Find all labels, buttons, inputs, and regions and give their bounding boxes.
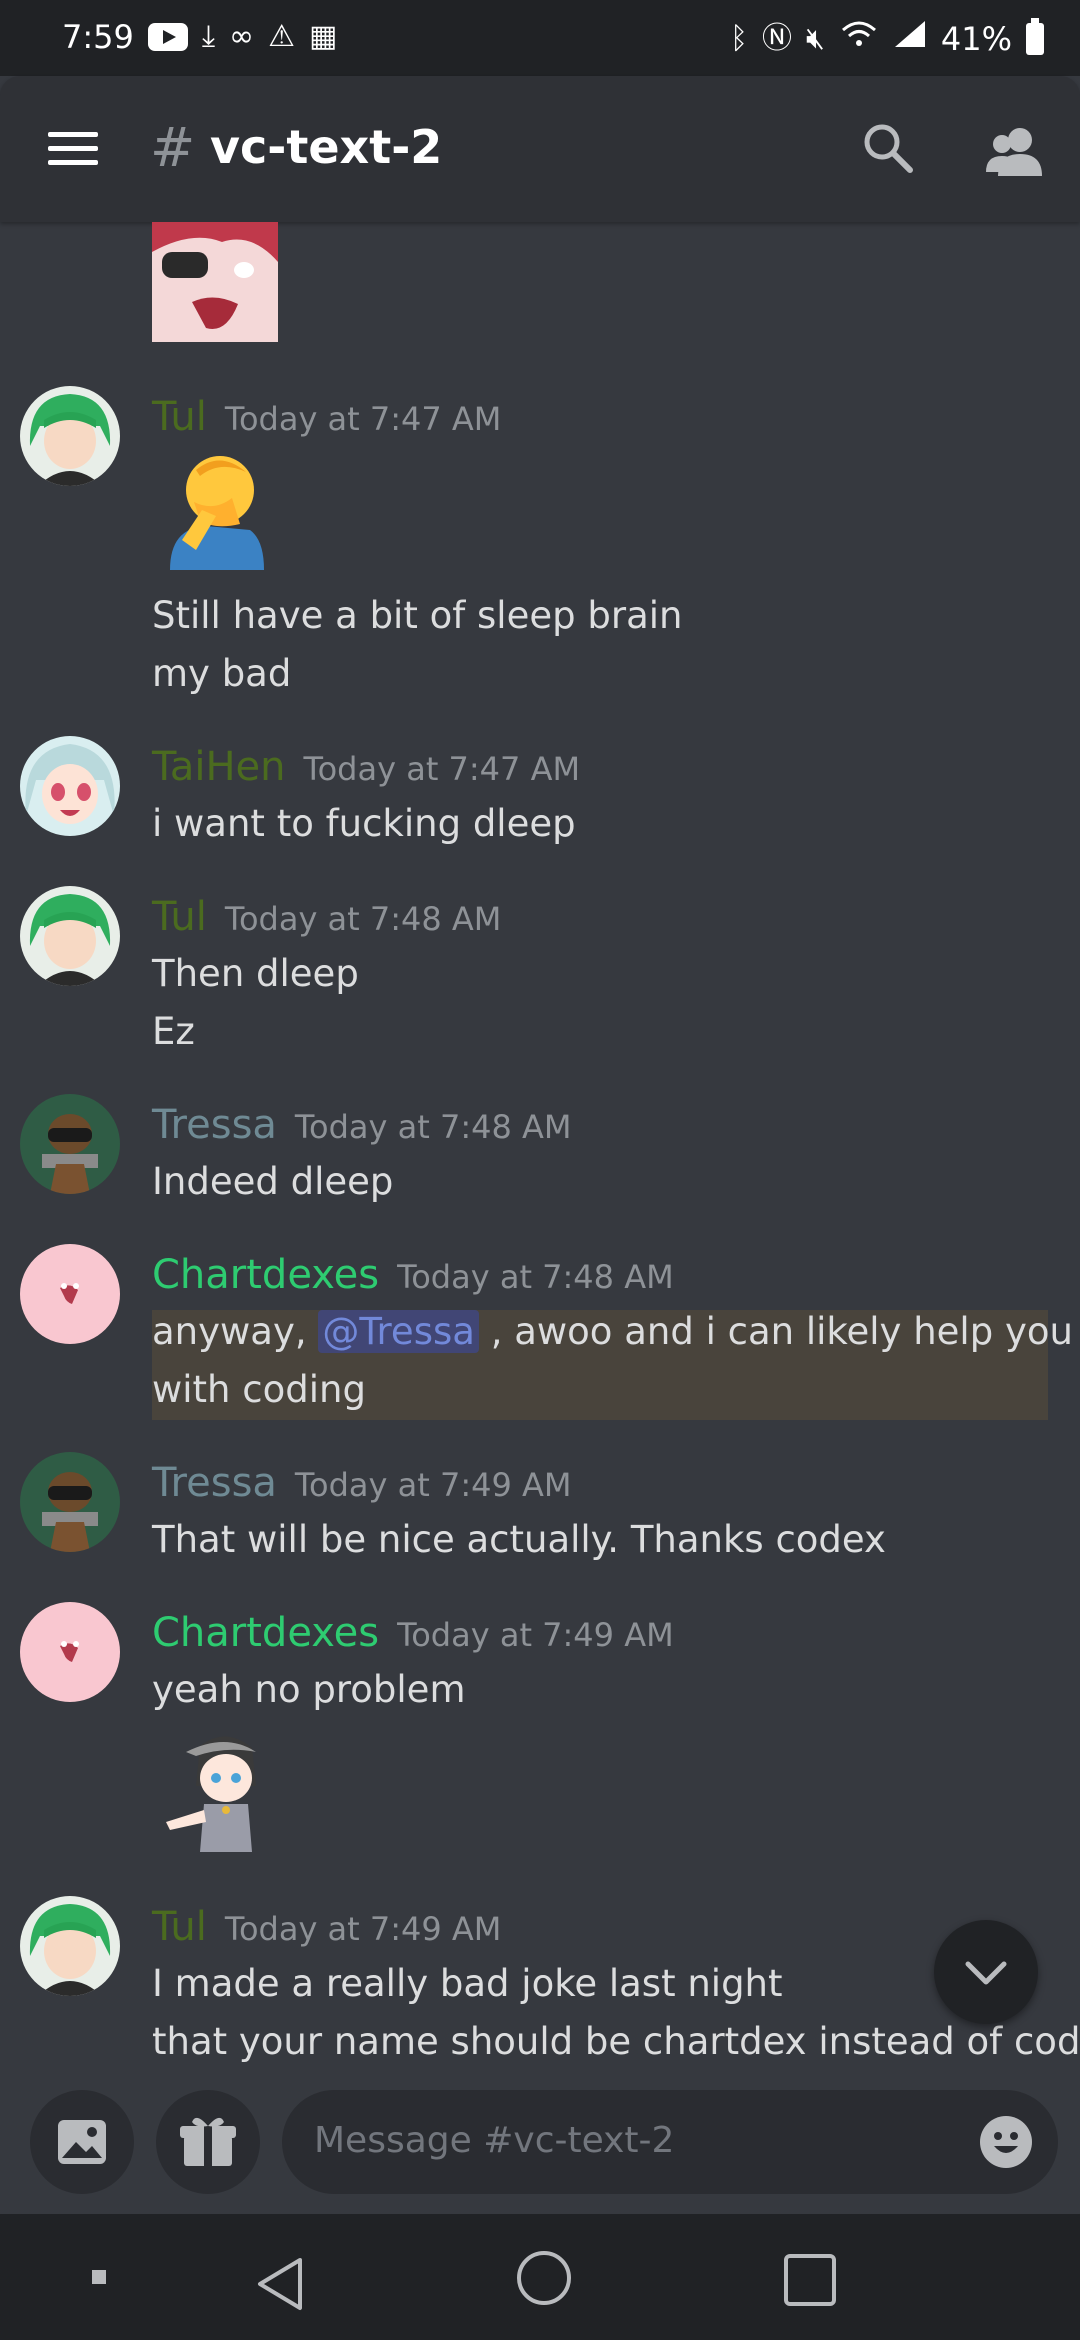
avatar[interactable]: [20, 1452, 120, 1552]
message-text: that your name should be chartdex instea…: [152, 2020, 1080, 2063]
channel-name[interactable]: vc-text-2: [210, 120, 442, 174]
avatar[interactable]: [20, 1602, 120, 1702]
sticker-image: [152, 222, 278, 342]
user-mention[interactable]: @Tressa: [318, 1310, 479, 1353]
message-text: Indeed dleep: [152, 1160, 394, 1203]
avatar[interactable]: [20, 386, 120, 486]
gift-icon: [180, 2117, 236, 2166]
sticker-image: [156, 1726, 286, 1856]
gift-button[interactable]: [156, 2090, 260, 2194]
recents-icon: [784, 2254, 836, 2306]
members-icon[interactable]: [984, 122, 1048, 178]
download-icon: ⤓: [201, 19, 216, 54]
username[interactable]: Tul Today at 7:48 AM: [152, 894, 501, 940]
message-input-placeholder: Message #vc-text-2: [314, 2120, 675, 2161]
timestamp: Today at 7:48 AM: [224, 900, 502, 938]
message-input[interactable]: Message #vc-text-2: [282, 2090, 1058, 2194]
timestamp: Today at 7:47 AM: [303, 750, 581, 788]
message-text: Still have a bit of sleep brain: [152, 594, 683, 637]
username[interactable]: Tul Today at 7:49 AM: [152, 1904, 501, 1950]
username[interactable]: Tul Today at 7:47 AM: [152, 394, 501, 440]
calendar-icon: ▦: [309, 19, 338, 54]
battery-percent: 41%: [940, 19, 1012, 58]
avatar[interactable]: [20, 1094, 120, 1194]
status-time: 7:59: [62, 18, 134, 56]
image-icon: [58, 2120, 106, 2164]
warning-icon: ⚠: [268, 19, 296, 54]
emoji-icon[interactable]: [980, 2116, 1032, 2168]
message-text: with coding: [152, 1368, 366, 1411]
mute-icon: 🔇︎: [805, 20, 825, 56]
username[interactable]: Tressa Today at 7:48 AM: [152, 1102, 572, 1148]
back-button[interactable]: [252, 2254, 312, 2314]
nfc-icon: Ⓝ: [761, 20, 792, 56]
avatar[interactable]: [20, 736, 120, 836]
message-text: That will be nice actually. Thanks codex: [152, 1518, 886, 1561]
username[interactable]: Tressa Today at 7:49 AM: [152, 1460, 572, 1506]
message-text: Then dleep: [152, 952, 359, 995]
wifi-icon: [839, 18, 879, 59]
channel-hash: #: [150, 116, 196, 179]
voicemail-icon: ∞: [229, 19, 255, 54]
message-text: Ez: [152, 1010, 195, 1053]
facepalm-emoji: [160, 450, 270, 570]
timestamp: Today at 7:49 AM: [224, 1910, 502, 1948]
message-text: yeah no problem: [152, 1668, 466, 1711]
message-text: I made a really bad joke last night: [152, 1962, 783, 2005]
jump-to-bottom-button[interactable]: [934, 1920, 1038, 2024]
message-text: my bad: [152, 652, 292, 695]
avatar[interactable]: [20, 1896, 120, 1996]
timestamp: Today at 7:48 AM: [294, 1108, 572, 1146]
message-text: i want to fucking dleep: [152, 802, 576, 845]
recents-button[interactable]: [780, 2250, 840, 2310]
back-icon: [258, 2258, 302, 2310]
menu-icon[interactable]: [48, 132, 98, 166]
attach-image-button[interactable]: [30, 2090, 134, 2194]
home-button[interactable]: [514, 2248, 574, 2308]
chevron-down-icon: [965, 1961, 1007, 1985]
avatar[interactable]: [20, 886, 120, 986]
signal-icon: [893, 19, 927, 58]
timestamp: Today at 7:49 AM: [397, 1616, 674, 1654]
system-nav-bar: [0, 2214, 1080, 2340]
youtube-icon: [147, 23, 188, 51]
avatar[interactable]: [20, 1244, 120, 1344]
username[interactable]: TaiHen Today at 7:47 AM: [152, 744, 580, 790]
timestamp: Today at 7:47 AM: [224, 400, 502, 438]
username[interactable]: Chartdexes Today at 7:48 AM: [152, 1252, 674, 1298]
timestamp: Today at 7:49 AM: [294, 1466, 572, 1504]
message-text: anyway, @Tressa , awoo and i can likely …: [152, 1310, 1080, 1353]
timestamp: Today at 7:48 AM: [397, 1258, 674, 1296]
home-icon: [517, 2251, 571, 2305]
search-icon[interactable]: [860, 120, 916, 176]
message-list[interactable]: Tul Today at 7:47 AM Still have a bit of …: [0, 222, 1080, 2088]
dot-icon: [92, 2270, 106, 2284]
channel-header: # vc-text-2: [0, 76, 1080, 222]
battery-icon: [1026, 17, 1044, 55]
bluetooth-icon: ᛒ: [729, 20, 748, 56]
status-bar: 7:59 ⤓ ∞ ⚠ ▦ ᛒ Ⓝ 🔇︎ 41%: [0, 0, 1080, 76]
username[interactable]: Chartdexes Today at 7:49 AM: [152, 1610, 674, 1656]
